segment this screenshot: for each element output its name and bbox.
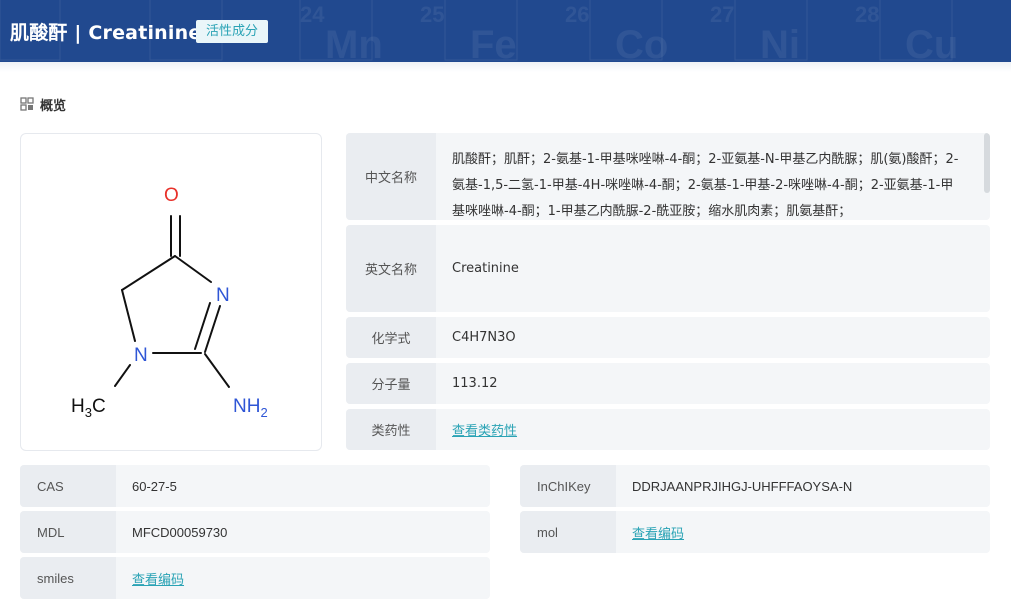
- svg-text:Cu: Cu: [905, 23, 958, 62]
- chinese-name-key: 中文名称: [346, 133, 436, 220]
- smiles-key: smiles: [20, 557, 116, 599]
- svg-text:27: 27: [710, 2, 734, 27]
- smiles-value: 查看编码: [116, 557, 490, 599]
- mol-key: mol: [520, 511, 616, 553]
- formula-value: C4H7N3O: [452, 330, 516, 345]
- inchikey-value: DDRJAANPRJIHGJ-UHFFFAOYSA-N: [632, 478, 853, 494]
- molecular-weight-key: 分子量: [346, 363, 436, 404]
- header-divider: [0, 62, 1011, 72]
- chinese-name-value: 肌酸酐；肌酐；2-氨基-1-甲基咪唑啉-4-酮；2-亚氨基-N-甲基乙内酰脲；肌…: [452, 152, 959, 219]
- svg-text:Fe: Fe: [470, 23, 517, 62]
- svg-text:Mn: Mn: [325, 23, 383, 62]
- page-header: 24 25 26 27 28 Mn Fe Co Ni Cu 肌酸酐 | Crea…: [0, 0, 1011, 62]
- drug-likeness-key: 类药性: [346, 409, 436, 450]
- mdl-key: MDL: [20, 511, 116, 553]
- view-smiles-code-link[interactable]: 查看编码: [132, 569, 184, 588]
- row-english-name: 英文名称 Creatinine: [346, 225, 990, 312]
- grid-icon: [20, 97, 34, 111]
- molecular-weight-value: 113.12: [452, 376, 498, 391]
- row-formula: 化学式 C4H7N3O: [346, 317, 990, 358]
- cas-value: 60-27-5: [132, 478, 177, 494]
- row-chinese-name: 中文名称 肌酸酐；肌酐；2-氨基-1-甲基咪唑啉-4-酮；2-亚氨基-N-甲基乙…: [346, 133, 990, 220]
- overview-section-title: 概览: [20, 94, 66, 114]
- view-drug-likeness-link[interactable]: 查看类药性: [452, 420, 517, 439]
- row-molecular-weight: 分子量 113.12: [346, 363, 990, 404]
- cas-key: CAS: [20, 465, 116, 507]
- row-smiles: smiles 查看编码: [20, 557, 490, 599]
- row-cas: CAS 60-27-5: [20, 465, 490, 507]
- english-name-key: 英文名称: [346, 225, 436, 312]
- mol-value: 查看编码: [616, 511, 990, 553]
- oxygen-atom-label: O: [164, 185, 179, 206]
- scrollbar[interactable]: [984, 133, 990, 193]
- methyl-group-label: H3C: [71, 396, 106, 420]
- formula-key: 化学式: [346, 317, 436, 358]
- svg-text:25: 25: [420, 2, 444, 27]
- drug-likeness-value: 查看类药性: [436, 409, 990, 450]
- view-mol-code-link[interactable]: 查看编码: [632, 523, 684, 542]
- creatinine-structure: O N N H3C NH2: [71, 185, 268, 420]
- active-ingredient-badge: 活性成分: [196, 20, 269, 43]
- amine-group-label: NH2: [233, 396, 268, 420]
- svg-text:26: 26: [565, 2, 589, 27]
- english-name-value: Creatinine: [452, 261, 519, 276]
- row-mol: mol 查看编码: [520, 511, 990, 553]
- svg-text:Co: Co: [615, 23, 668, 62]
- section-title-label: 概览: [40, 98, 67, 114]
- nitrogen-atom-label-methyl: N: [134, 345, 148, 366]
- row-drug-likeness: 类药性 查看类药性: [346, 409, 990, 450]
- row-inchikey: InChIKey DDRJAANPRJIHGJ-UHFFFAOYSA-N: [520, 465, 990, 507]
- structure-image-panel: O N N H3C NH2: [20, 133, 322, 451]
- row-mdl: MDL MFCD00059730: [20, 511, 490, 553]
- nitrogen-atom-label-ring: N: [216, 285, 230, 306]
- svg-text:28: 28: [855, 2, 879, 27]
- svg-text:24: 24: [300, 2, 325, 27]
- mdl-value: MFCD00059730: [132, 524, 228, 540]
- inchikey-key: InChIKey: [520, 465, 616, 507]
- svg-text:Ni: Ni: [760, 23, 800, 62]
- page-title: 肌酸酐 | Creatinine: [10, 22, 202, 44]
